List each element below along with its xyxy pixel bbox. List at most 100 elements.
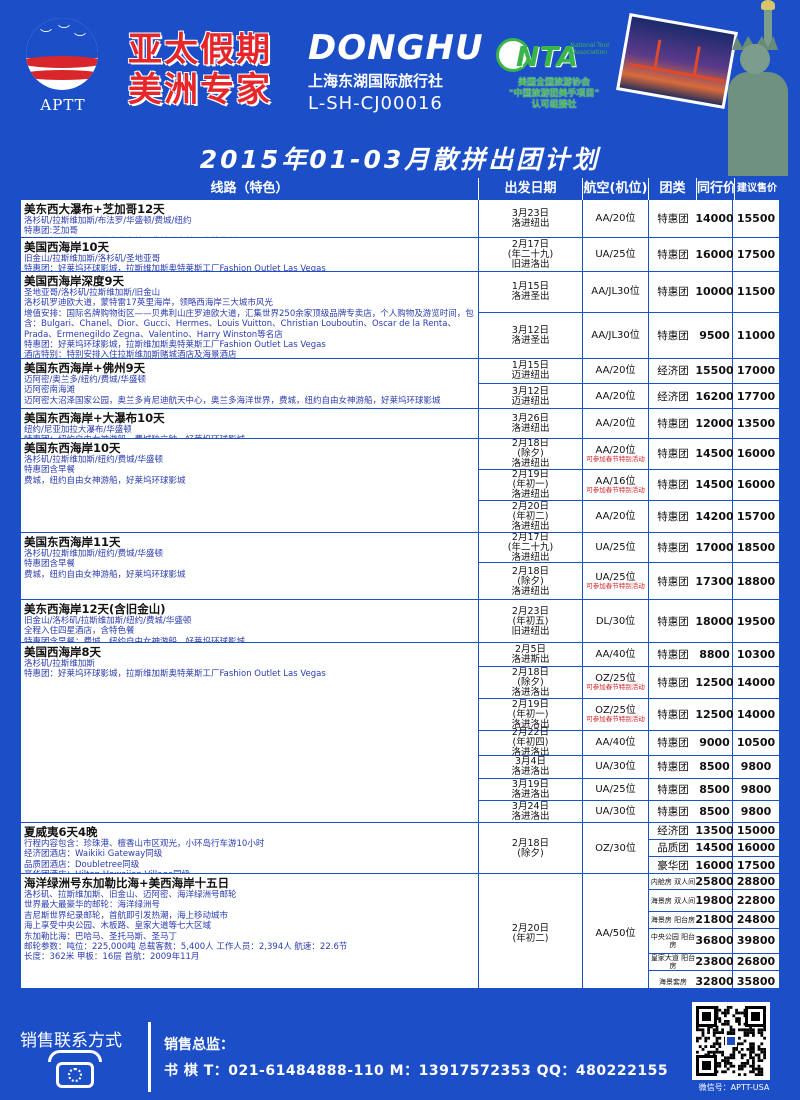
brand-line-1: 亚太假期 (128, 30, 272, 70)
tour-type: 特惠团 (657, 648, 689, 661)
tour-row: 美国东西海岸10天 洛杉矶/拉斯维加斯/纽约/费城/华盛顿 特惠团含早餐 费城，纽… (21, 439, 779, 533)
page-title: 2015年01-03月散拼出团计划 (199, 145, 601, 174)
tour-type: 特惠团 (657, 330, 689, 342)
trade-price: 14200 (695, 501, 734, 533)
route-name: 海洋绿洲号东加勒比海+美西海岸十五日 (24, 876, 230, 890)
retail-price: 9800 (740, 760, 772, 773)
departure-date: 2月20日 (年初二) (479, 874, 583, 993)
date-line: 洛进洛出 (511, 686, 550, 698)
date-line: 2月18日 (511, 565, 550, 577)
departure-row: 3月4日 洛进洛出 UA/30位 特惠团 8500 9800 (479, 756, 779, 779)
departure-row: 2月17日 (年二十九) 旧进洛出 UA/25位 特惠团 16000 17500 (479, 238, 779, 272)
qr-code-icon (696, 1006, 766, 1076)
airline-seats: UA/25位 (583, 238, 649, 272)
seagull-icon: ︶ (40, 28, 53, 42)
trade-price: 12500 (695, 699, 734, 730)
departure-date: 2月18日 (除夕) (479, 823, 583, 874)
route-description: 行程内容包含：珍珠港、檀香山市区观光，小环岛行车游10小时 经济团酒店：Waik… (24, 839, 265, 873)
airline-code: AA/20位 (595, 213, 636, 224)
cabin-price-row: 皇家大道 阳台房 23800 26800 (649, 954, 779, 971)
trade-price: 19800 (695, 890, 734, 911)
departure-date: 3月4日 洛进洛出 (479, 756, 583, 778)
cabin-type: 皇家大道 阳台房 (650, 954, 696, 970)
airline-seats: AA/20位 (583, 384, 649, 409)
cabin-type: 中央公园 阳台房 (650, 933, 696, 949)
airline-code: AA/40位 (595, 648, 636, 660)
cabin-price-row: 内舱房 双人间 25800 28800 (649, 874, 779, 890)
retail-price: 19500 (736, 614, 776, 628)
departure-row: 3月12日 洛进圣出 AA/JL30位 特惠团 9500 11000 (479, 313, 779, 359)
tour-type: 特惠团 (657, 541, 689, 554)
date-line: 洛进洛出 (511, 811, 550, 822)
route-cell: 美国东西海岸+佛州9天 迈阿密/奥兰多/纽约/费城/华盛顿 迈阿密南海滩 迈阿密大… (21, 359, 479, 408)
departure-row: 2月20日 (年初二) 洛进纽出 AA/20位 特惠团 14200 15700 (479, 501, 779, 533)
date-line: 洛进圣出 (511, 291, 550, 302)
trade-price: 14000 (695, 200, 734, 238)
date-line: 洛进圣出 (511, 335, 550, 346)
trade-price: 12500 (695, 667, 734, 698)
route-cell: 美国西海岸10天 旧金山/拉斯维加斯/洛杉矶/圣地亚哥 特惠团：好莱坞环球影城，拉… (21, 238, 479, 271)
date-line: (除夕) (517, 676, 544, 688)
departure-date: 2月18日 (除夕) 洛进纽出 (479, 563, 583, 600)
retail-price: 10300 (736, 647, 776, 661)
trade-price: 14500 (695, 840, 734, 856)
date-line: (年初二) (512, 932, 549, 944)
airline-code: AA/20位 (595, 444, 636, 456)
date-line: 2月18日 (511, 666, 550, 678)
tour-type: 品质团 (657, 842, 689, 854)
tour-row: 海洋绿洲号东加勒比海+美西海岸十五日 洛杉矶、拉斯维加斯、旧金山、迈阿密、海洋绿洲… (21, 874, 779, 993)
route-name: 美国西海岸10天 (24, 240, 110, 254)
cabin-price-row: 中央公园 阳台房 36800 39800 (649, 929, 779, 954)
departure-row: 2月5日 洛进斯出 AA/40位 特惠团 8800 10300 (479, 643, 779, 667)
route-description: 迈阿密/奥兰多/纽约/费城/华盛顿 迈阿密南海滩 迈阿密大沼泽国家公园，奥兰多肯… (24, 375, 441, 406)
departure-date: 2月18日 (除夕) 洛进纽出 (479, 439, 583, 469)
departure-date: 2月20日 (年初二) 洛进纽出 (479, 501, 583, 533)
departure-row: 2月18日 (除夕) 洛进纽出 UA/25位 可参加春节特别活动 特惠团 17300 1880… (479, 563, 779, 600)
tour-type: 特惠团 (657, 448, 689, 460)
departure-date: 2月5日 洛进斯出 (479, 643, 583, 666)
departure-row: 3月19日 洛进洛出 UA/25位 特惠团 8500 9800 (479, 779, 779, 801)
date-line: 洛进纽出 (511, 458, 550, 469)
route-description: 洛杉矶/拉斯维加斯/纽约/费城/华盛顿 特惠团含早餐 费城，纽约自由女神游船，好… (24, 455, 186, 486)
departure-date: 3月26日 洛进纽出 (479, 409, 583, 439)
departure-row: 3月12日 迈进纽出 AA/20位 经济团 16200 17700 (479, 384, 779, 409)
nta-block: NTA National Tour Association 美国全国旅游协会 "… (490, 38, 618, 111)
date-line: 洛进纽出 (511, 218, 550, 229)
seagull-icon: ︶ (58, 24, 71, 38)
departure-date: 2月19日 (年初一) 洛进纽出 (479, 470, 583, 500)
departure-group: 2月20日 (年初二) AA/50位 内舱房 双人间 25800 28800 海景房 双人间… (479, 874, 779, 993)
route-cell: 美国东西海岸11天 洛杉矶/拉斯维加斯/纽约/费城/华盛顿 特惠团含早餐 费城，纽… (21, 533, 479, 599)
trade-price: 8500 (697, 779, 733, 800)
tour-row: 美东西海岸12天(含旧金山) 旧金山/洛杉矶/拉斯维加斯/纽约/费城/华盛顿 全程… (21, 600, 779, 643)
aptt-logo: ︶ ︶ ︶ APTT (18, 18, 108, 118)
wechat-id: 微信号：APTT-USA (698, 1083, 770, 1092)
license-number: L-SH-CJ00016 (308, 93, 443, 114)
route-description: 纽约/尼亚加拉大瀑布/华盛顿 特惠团：纽约自由女神游船，费城独立钟，好莱坞环球影… (24, 425, 245, 438)
retail-price: 13500 (736, 417, 776, 430)
nta-line-3: 认可组接社 (531, 100, 577, 110)
festival-note: 可参加春节特别活动 (586, 683, 645, 691)
wechat-qr-code[interactable] (692, 1002, 770, 1080)
cabin-type: 海景房 阳台房 (650, 916, 696, 924)
tour-type: 经济团 (657, 825, 689, 837)
airline-seats: AA/40位 (583, 731, 649, 755)
airline-seats: AA/20位 (583, 501, 649, 533)
cabin-price-row: 海景房 双人间 19800 22800 (649, 890, 779, 912)
tour-type: 经济团 (657, 390, 689, 403)
tour-row: 美国东西海岸+大瀑布10天纽约/尼亚加拉大瀑布/华盛顿 特惠团：纽约自由女神游船… (21, 409, 779, 439)
tour-schedule-table: 线路（特色） 出发日期 航空(机位) 团类 同行价 建议售价 美东西大瀑布+芝加… (20, 177, 780, 993)
festival-note: 可参加春节特别活动 (586, 485, 645, 494)
departure-date: 3月23日 洛进纽出 (479, 200, 583, 238)
date-line: 2月23日 (511, 605, 550, 617)
route-cell: 美国东西海岸+大瀑布10天纽约/尼亚加拉大瀑布/华盛顿 特惠团：纽约自由女神游船… (21, 409, 479, 438)
route-cell: 美东西大瀑布+芝加哥12天 洛杉矶/拉斯维加斯/布法罗/华盛顿/费城/纽约 特惠团… (21, 200, 479, 237)
date-line: 2月18日 (511, 837, 550, 849)
trade-price: 8500 (697, 801, 733, 823)
departure-row: 2月17日 (年二十九) 洛进纽出 UA/25位 特惠团 17000 18500 (479, 532, 779, 563)
tour-row: 美国西海岸8天 洛杉矶/拉斯维加斯 特惠团：好莱坞环球影城，拉斯维加斯奥特莱斯工厂… (21, 643, 779, 823)
retail-price: 11500 (736, 285, 776, 298)
tour-type: 特惠团 (657, 737, 689, 749)
tour-type: 特惠团 (657, 761, 689, 773)
tour-row: 美东西大瀑布+芝加哥12天 洛杉矶/拉斯维加斯/布法罗/华盛顿/费城/纽约 特惠团… (21, 200, 779, 238)
retail-price: 10500 (736, 736, 776, 749)
